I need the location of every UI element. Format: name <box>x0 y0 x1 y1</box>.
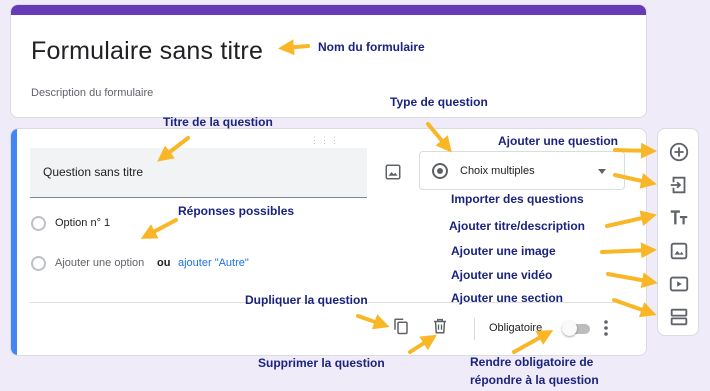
option-1-label[interactable]: Option n° 1 <box>55 217 110 229</box>
add-option-radio-icon <box>31 256 46 271</box>
add-title-description-icon[interactable] <box>668 207 690 229</box>
question-title[interactable]: Question sans titre <box>43 165 143 179</box>
annotation-required-line2: répondre à la question <box>470 373 599 387</box>
delete-question-icon[interactable] <box>431 317 449 335</box>
required-label: Obligatoire <box>489 322 543 334</box>
annotation-add-image: Ajouter une image <box>451 244 556 258</box>
add-video-icon[interactable] <box>668 273 690 295</box>
required-toggle[interactable] <box>562 321 590 336</box>
question-type-label: Choix multiples <box>460 165 535 177</box>
annotation-form-name: Nom du formulaire <box>318 40 425 54</box>
side-toolbar <box>657 128 699 336</box>
add-image-icon[interactable] <box>668 240 690 262</box>
question-title-field[interactable]: Question sans titre <box>30 148 367 198</box>
footer-separator <box>474 318 475 340</box>
or-separator: ou <box>157 257 171 269</box>
annotation-required-line1: Rendre obligatoire de <box>470 355 594 369</box>
annotation-add-question: Ajouter une question <box>498 134 618 148</box>
form-title[interactable]: Formulaire sans titre <box>31 37 263 66</box>
form-title-card: Formulaire sans titre Description du for… <box>10 4 647 118</box>
dropdown-arrow-icon <box>598 169 606 174</box>
more-options-icon[interactable] <box>600 318 612 338</box>
annotation-add-video: Ajouter une vidéo <box>451 268 553 282</box>
annotation-add-title-description: Ajouter titre/description <box>449 219 586 233</box>
annotation-import-questions: Importer des questions <box>451 192 584 206</box>
active-question-bar <box>11 129 17 355</box>
drag-handle-icon[interactable]: ⋮⋮⋮ <box>310 135 340 146</box>
annotation-add-section: Ajouter une section <box>451 291 564 305</box>
question-type-select[interactable]: Choix multiples <box>419 151 625 190</box>
add-image-to-question-icon[interactable] <box>384 163 402 181</box>
add-question-icon[interactable] <box>668 141 690 163</box>
annotation-question-type: Type de question <box>390 95 488 109</box>
option-radio-icon <box>31 216 46 231</box>
toggle-thumb <box>562 321 577 336</box>
duplicate-question-icon[interactable] <box>392 317 410 335</box>
theme-bar <box>11 5 646 15</box>
add-other-link[interactable]: ajouter "Autre" <box>178 257 249 269</box>
annotation-delete: Supprimer la question <box>258 356 385 370</box>
add-section-icon[interactable] <box>668 306 690 328</box>
annotation-question-title: Titre de la question <box>163 115 273 129</box>
radio-button-icon <box>432 163 448 179</box>
import-questions-icon[interactable] <box>668 174 690 196</box>
annotation-duplicate: Dupliquer la question <box>245 293 368 307</box>
form-description[interactable]: Description du formulaire <box>31 87 153 99</box>
add-option-link[interactable]: Ajouter une option <box>55 257 144 269</box>
annotation-possible-answers: Réponses possibles <box>178 204 295 218</box>
